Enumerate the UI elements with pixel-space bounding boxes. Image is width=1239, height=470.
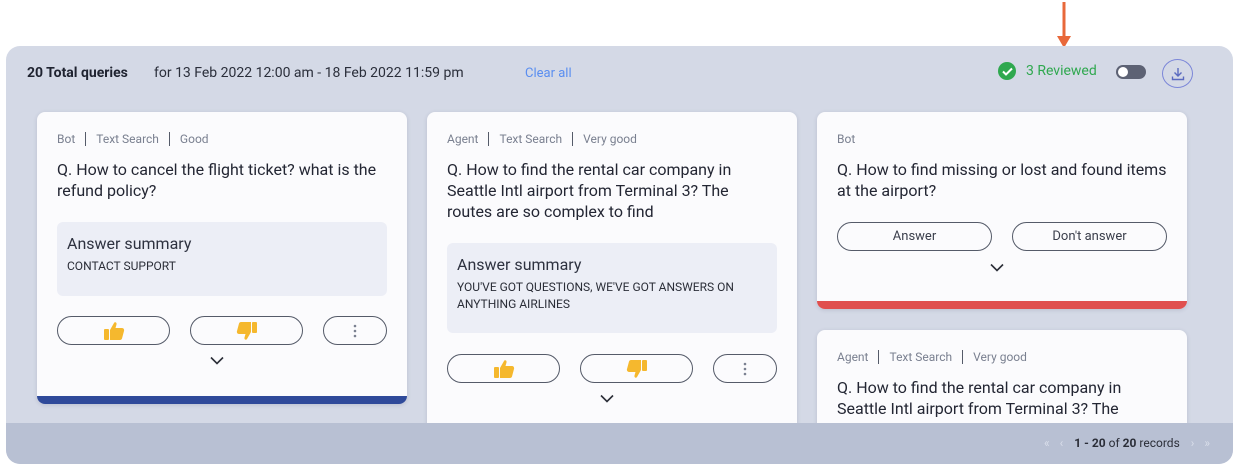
card-tags: Agent Text Search Very good (837, 350, 1027, 364)
clear-all-link[interactable]: Clear all (525, 66, 572, 81)
tag-divider (85, 132, 87, 146)
tag-rating: Very good (583, 132, 637, 146)
more-options-button[interactable] (323, 316, 387, 345)
next-page-icon[interactable]: › (1191, 436, 1195, 450)
status-bar (37, 396, 407, 404)
pagination-footer: « ‹ 1 - 20 of 20 records › » (6, 423, 1233, 464)
more-vertical-icon (353, 324, 357, 337)
card-tags: Bot Text Search Good (57, 132, 209, 146)
tag-rating: Very good (973, 350, 1027, 364)
answer-summary: Answer summary YOU'VE GOT QUESTIONS, WE'… (447, 243, 777, 333)
thumbs-up-icon (103, 321, 124, 340)
reviewed-toggle[interactable] (1116, 65, 1146, 79)
first-page-icon[interactable]: « (1044, 436, 1050, 450)
download-icon (1171, 67, 1184, 80)
annotation-arrow-icon (1057, 2, 1071, 48)
card-tags: Agent Text Search Very good (447, 132, 637, 146)
answer-summary-body: CONTACT SUPPORT (67, 259, 176, 273)
page-of: of (1108, 436, 1120, 450)
tag-source: Agent (447, 132, 479, 146)
thumbs-up-button[interactable] (447, 354, 560, 383)
tag-rating: Good (179, 132, 209, 146)
date-range: for 13 Feb 2022 12:00 am - 18 Feb 2022 1… (154, 65, 464, 81)
page-range: 1 - 20 (1074, 436, 1106, 450)
toggle-knob (1118, 67, 1128, 77)
total-queries: 20 Total queries (27, 65, 128, 81)
query-card: Agent Text Search Very good Q. How to fi… (427, 112, 797, 442)
question-text: Q. How to find missing or lost and found… (837, 160, 1167, 200)
question-text: Q. How to find the rental car company in… (447, 160, 732, 221)
tag-divider (488, 132, 490, 146)
download-button[interactable] (1162, 59, 1193, 88)
question-text: Q. How to find the rental car company in… (837, 378, 1122, 418)
prev-page-icon[interactable]: ‹ (1060, 436, 1064, 450)
thumbs-up-icon (493, 359, 514, 378)
reviewed-count: 3 Reviewed (1026, 63, 1097, 79)
tag-divider (168, 132, 170, 146)
tag-divider (878, 350, 880, 364)
more-vertical-icon (743, 362, 747, 375)
check-circle-icon (998, 62, 1016, 80)
query-card: Bot Text Search Good Q. How to cancel th… (37, 112, 407, 404)
expand-chevron-icon[interactable] (987, 260, 1007, 274)
thumbs-down-icon (236, 321, 257, 340)
expand-chevron-icon[interactable] (207, 353, 227, 367)
more-options-button[interactable] (713, 354, 777, 383)
page-records: records (1139, 436, 1180, 450)
answer-summary-title: Answer summary (67, 234, 192, 253)
tag-type: Text Search (96, 132, 159, 146)
question-text: Q. How to cancel the flight ticket? what… (57, 160, 377, 200)
pagination: « ‹ 1 - 20 of 20 records › » (1039, 436, 1215, 450)
answer-summary-title: Answer summary (457, 255, 582, 274)
query-card: Bot Q. How to find missing or lost and f… (817, 112, 1187, 309)
status-bar (817, 301, 1187, 309)
tag-type: Text Search (889, 350, 953, 364)
tag-divider (572, 132, 574, 146)
tag-source: Bot (57, 132, 76, 146)
tag-divider (962, 350, 964, 364)
panel-header: 20 Total queries for 13 Feb 2022 12:00 a… (6, 46, 1233, 100)
tag-source: Bot (837, 132, 856, 146)
answer-summary: Answer summary CONTACT SUPPORT (57, 222, 387, 296)
thumbs-down-icon (626, 359, 647, 378)
last-page-icon[interactable]: » (1204, 436, 1210, 450)
thumbs-down-button[interactable] (580, 354, 693, 383)
thumbs-down-button[interactable] (190, 316, 303, 345)
answer-button[interactable]: Answer (837, 222, 992, 251)
thumbs-up-button[interactable] (57, 316, 170, 345)
page-total: 20 (1122, 436, 1137, 450)
reviewed-status: 3 Reviewed (998, 62, 1097, 80)
queries-panel: 20 Total queries for 13 Feb 2022 12:00 a… (6, 46, 1233, 464)
dont-answer-button[interactable]: Don't answer (1012, 222, 1167, 251)
tag-type: Text Search (499, 132, 563, 146)
card-tags: Bot (837, 132, 855, 146)
expand-chevron-icon[interactable] (597, 391, 617, 405)
tag-source: Agent (837, 350, 869, 364)
answer-summary-body: YOU'VE GOT QUESTIONS, WE'VE GOT ANSWERS … (457, 280, 734, 311)
